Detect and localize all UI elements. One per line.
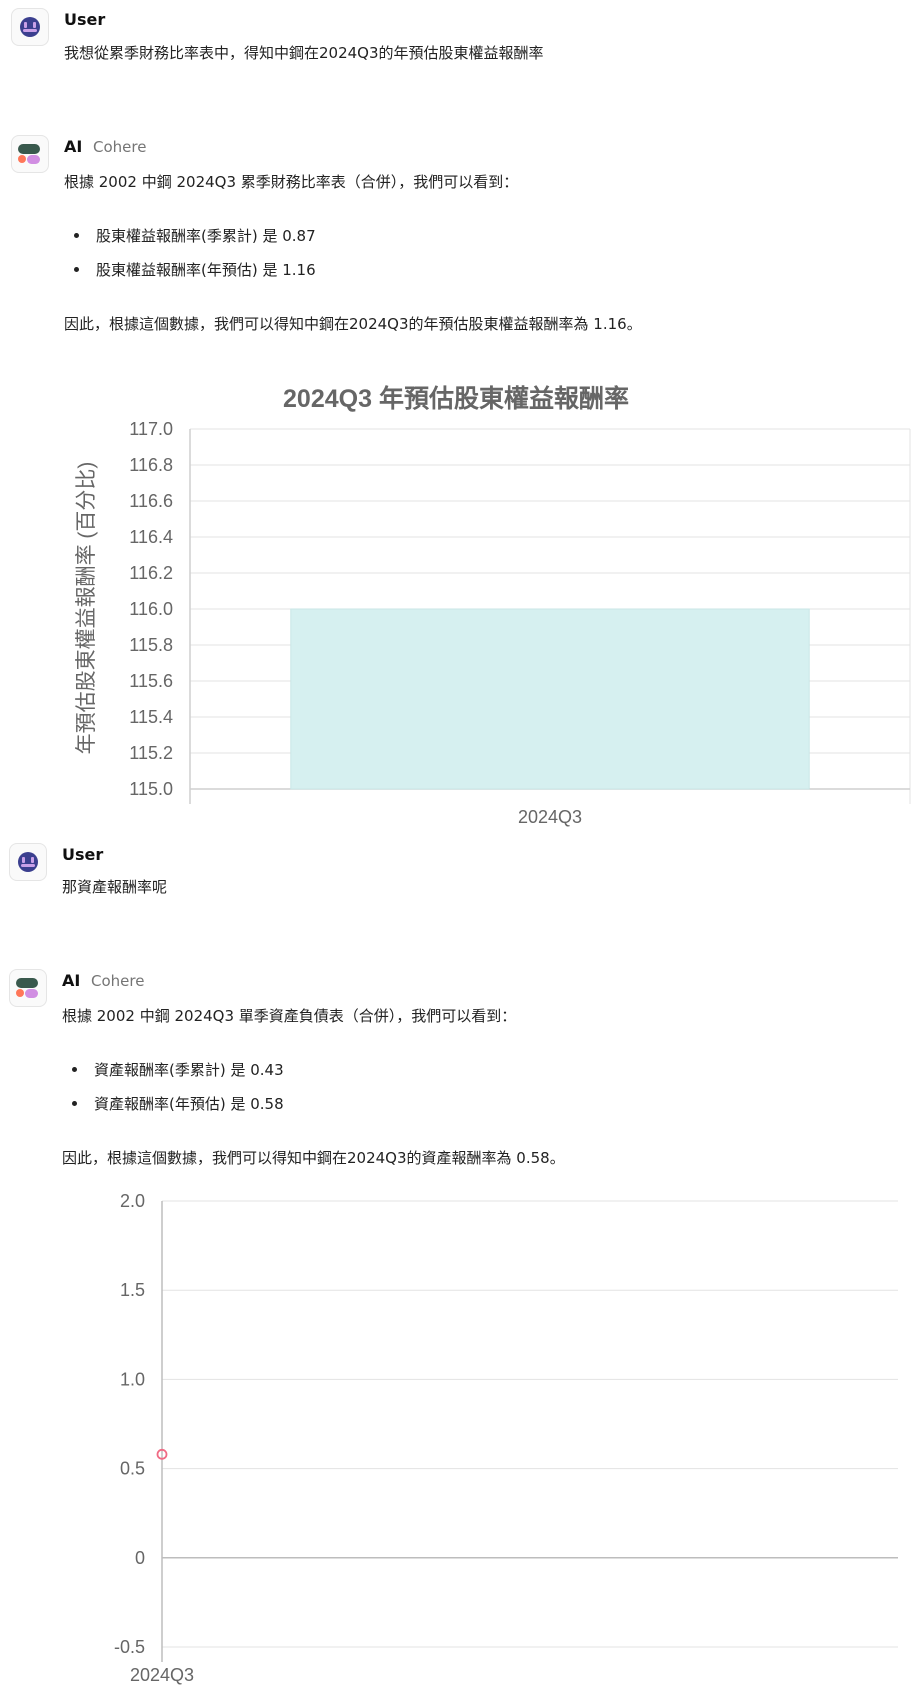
user-avatar [9, 843, 47, 881]
y-tick-label: 116.2 [129, 563, 173, 583]
y-tick-label: -0.5 [114, 1637, 145, 1657]
cohere-logo-icon [18, 144, 40, 164]
y-tick-label: 115.0 [129, 779, 173, 799]
message-conclusion: 因此，根據這個數據，我們可以得知中鋼在2024Q3的年預估股東權益報酬率為 1.… [64, 315, 642, 333]
y-tick-label: 117.0 [129, 419, 173, 439]
roa-scatter-chart: -0.5 0 0.5 1.0 1.5 2.0 2024Q3 [114, 1191, 898, 1685]
user-avatar-icon [18, 852, 38, 872]
y-tick-label: 116.0 [129, 599, 173, 619]
y-tick-label: 1.0 [120, 1369, 145, 1389]
y-tick-label: 1.5 [120, 1280, 145, 1300]
bullet-item: 資產報酬率(季累計) 是 0.43 [94, 1061, 284, 1079]
bar [290, 608, 810, 790]
bullet-dot [72, 1067, 77, 1072]
y-tick-label: 0.5 [120, 1459, 145, 1479]
bullet-dot [74, 233, 79, 238]
bullet-item: 資產報酬率(年預估) 是 0.58 [94, 1095, 284, 1113]
message-sender: AI [62, 971, 81, 990]
x-tick-label: 2024Q3 [518, 807, 582, 827]
y-tick-label: 115.4 [129, 707, 173, 727]
y-tick-label: 116.6 [129, 491, 173, 511]
message-conclusion: 因此，根據這個數據，我們可以得知中鋼在2024Q3的資產報酬率為 0.58。 [62, 1149, 565, 1167]
model-name: Cohere [91, 972, 145, 990]
message-sender: AI [64, 137, 83, 156]
ai-avatar [9, 969, 47, 1007]
y-tick-label: 115.2 [129, 743, 173, 763]
message-sender: User [62, 845, 104, 864]
bullet-dot [72, 1101, 77, 1106]
message-intro: 根據 2002 中鋼 2024Q3 單季資產負債表（合併），我們可以看到： [62, 1007, 517, 1025]
y-tick-label: 2.0 [120, 1191, 145, 1211]
chart-title: 2024Q3 年預估股東權益報酬率 [283, 384, 629, 413]
y-tick-label: 115.6 [129, 671, 173, 691]
y-tick-label: 0 [135, 1548, 145, 1568]
message-intro: 根據 2002 中鋼 2024Q3 累季財務比率表（合併），我們可以看到： [64, 173, 519, 191]
ai-avatar [11, 135, 49, 173]
bullet-item: 股東權益報酬率(年預估) 是 1.16 [96, 261, 316, 279]
bullet-item: 股東權益報酬率(季累計) 是 0.87 [96, 227, 316, 245]
y-tick-label: 115.8 [129, 635, 173, 655]
message-text: 那資產報酬率呢 [62, 878, 168, 896]
message-sender: User [64, 10, 106, 29]
y-tick-label: 116.4 [129, 527, 173, 547]
model-name: Cohere [93, 138, 147, 156]
roe-bar-chart: 115.0 115.2 115.4 115.6 115.8 116.0 116.2 116.4… [75, 384, 911, 827]
user-avatar-icon [20, 17, 40, 37]
y-tick-label: 116.8 [129, 455, 173, 475]
y-axis-label: 年預估股東權益報酬率 (百分比) [75, 462, 98, 755]
cohere-logo-icon [16, 978, 38, 998]
user-avatar [11, 8, 49, 46]
bullet-dot [74, 267, 79, 272]
message-text: 我想從累季財務比率表中，得知中鋼在2024Q3的年預估股東權益報酬率 [64, 44, 544, 62]
x-tick-label: 2024Q3 [130, 1665, 194, 1685]
